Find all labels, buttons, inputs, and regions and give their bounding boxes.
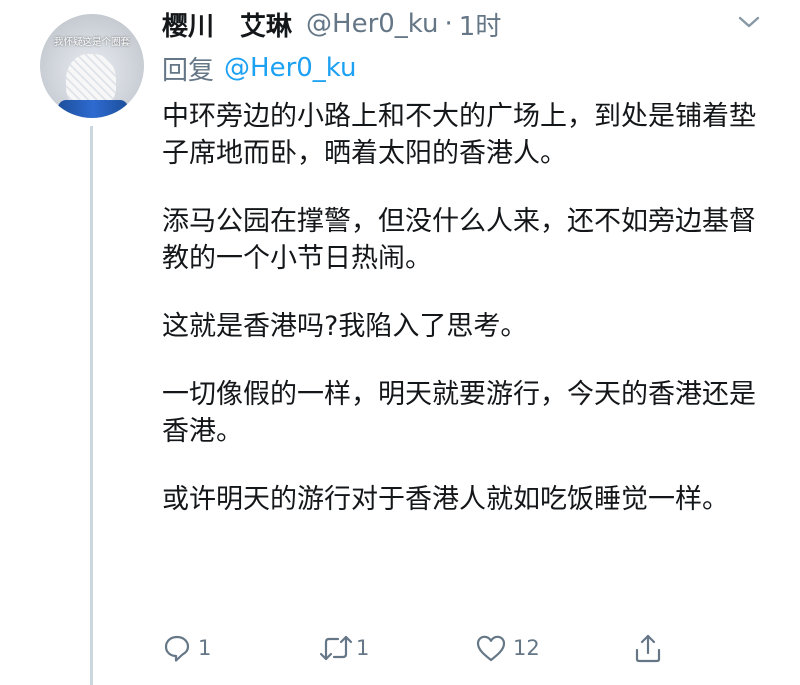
avatar[interactable]: 我怀疑这是个圈套 (40, 14, 144, 118)
tweet-actions: 1 1 12 (162, 628, 669, 668)
user-handle[interactable]: @Her0_ku (306, 9, 439, 39)
separator-dot: · (444, 9, 453, 39)
reply-context: 回复 @Her0_ku (162, 50, 357, 86)
heart-icon (476, 635, 506, 662)
reply-count: 1 (198, 636, 212, 660)
more-options-chevron-icon[interactable] (736, 12, 762, 32)
tweet-time[interactable]: 1时 (459, 6, 502, 43)
tweet-paragraph: 一切像假的一样，明天就要游行，今天的香港还是香港。 (162, 379, 756, 447)
tweet-header: 樱川 艾琳 @Her0_ku · 1时 (162, 4, 501, 44)
avatar-caption: 我怀疑这是个圈套 (53, 37, 130, 48)
tweet-paragraph: 中环旁边的小路上和不大的广场上，到处是铺着垫子席地而卧，晒着太阳的香港人。 (162, 101, 756, 169)
reply-icon (164, 635, 190, 662)
tweet-paragraph: 添马公园在撑警，但没什么人来，还不如旁边基督教的一个小节日热闹。 (162, 206, 756, 274)
share-button[interactable] (633, 628, 669, 668)
avatar-base (58, 100, 128, 118)
tweet-body: 中环旁边的小路上和不大的广场上，到处是铺着垫子席地而卧，晒着太阳的香港人。 添马… (162, 98, 782, 549)
tweet-paragraph: 或许明天的游行对于香港人就如吃饭睡觉一样。 (162, 484, 729, 515)
like-button[interactable]: 12 (475, 628, 633, 668)
share-icon (635, 634, 661, 663)
retweet-count: 1 (356, 636, 370, 660)
reply-prefix: 回复 (162, 55, 215, 86)
reply-mention-link[interactable]: @Her0_ku (224, 53, 357, 83)
like-count: 12 (513, 636, 540, 660)
tweet-paragraph: 这就是香港吗?我陷入了思考。 (162, 311, 528, 342)
reply-button[interactable]: 1 (162, 628, 318, 668)
display-name[interactable]: 樱川 艾琳 (162, 6, 292, 43)
retweet-button[interactable]: 1 (318, 628, 475, 668)
retweet-icon (319, 635, 353, 661)
thread-connector-line (90, 126, 93, 685)
